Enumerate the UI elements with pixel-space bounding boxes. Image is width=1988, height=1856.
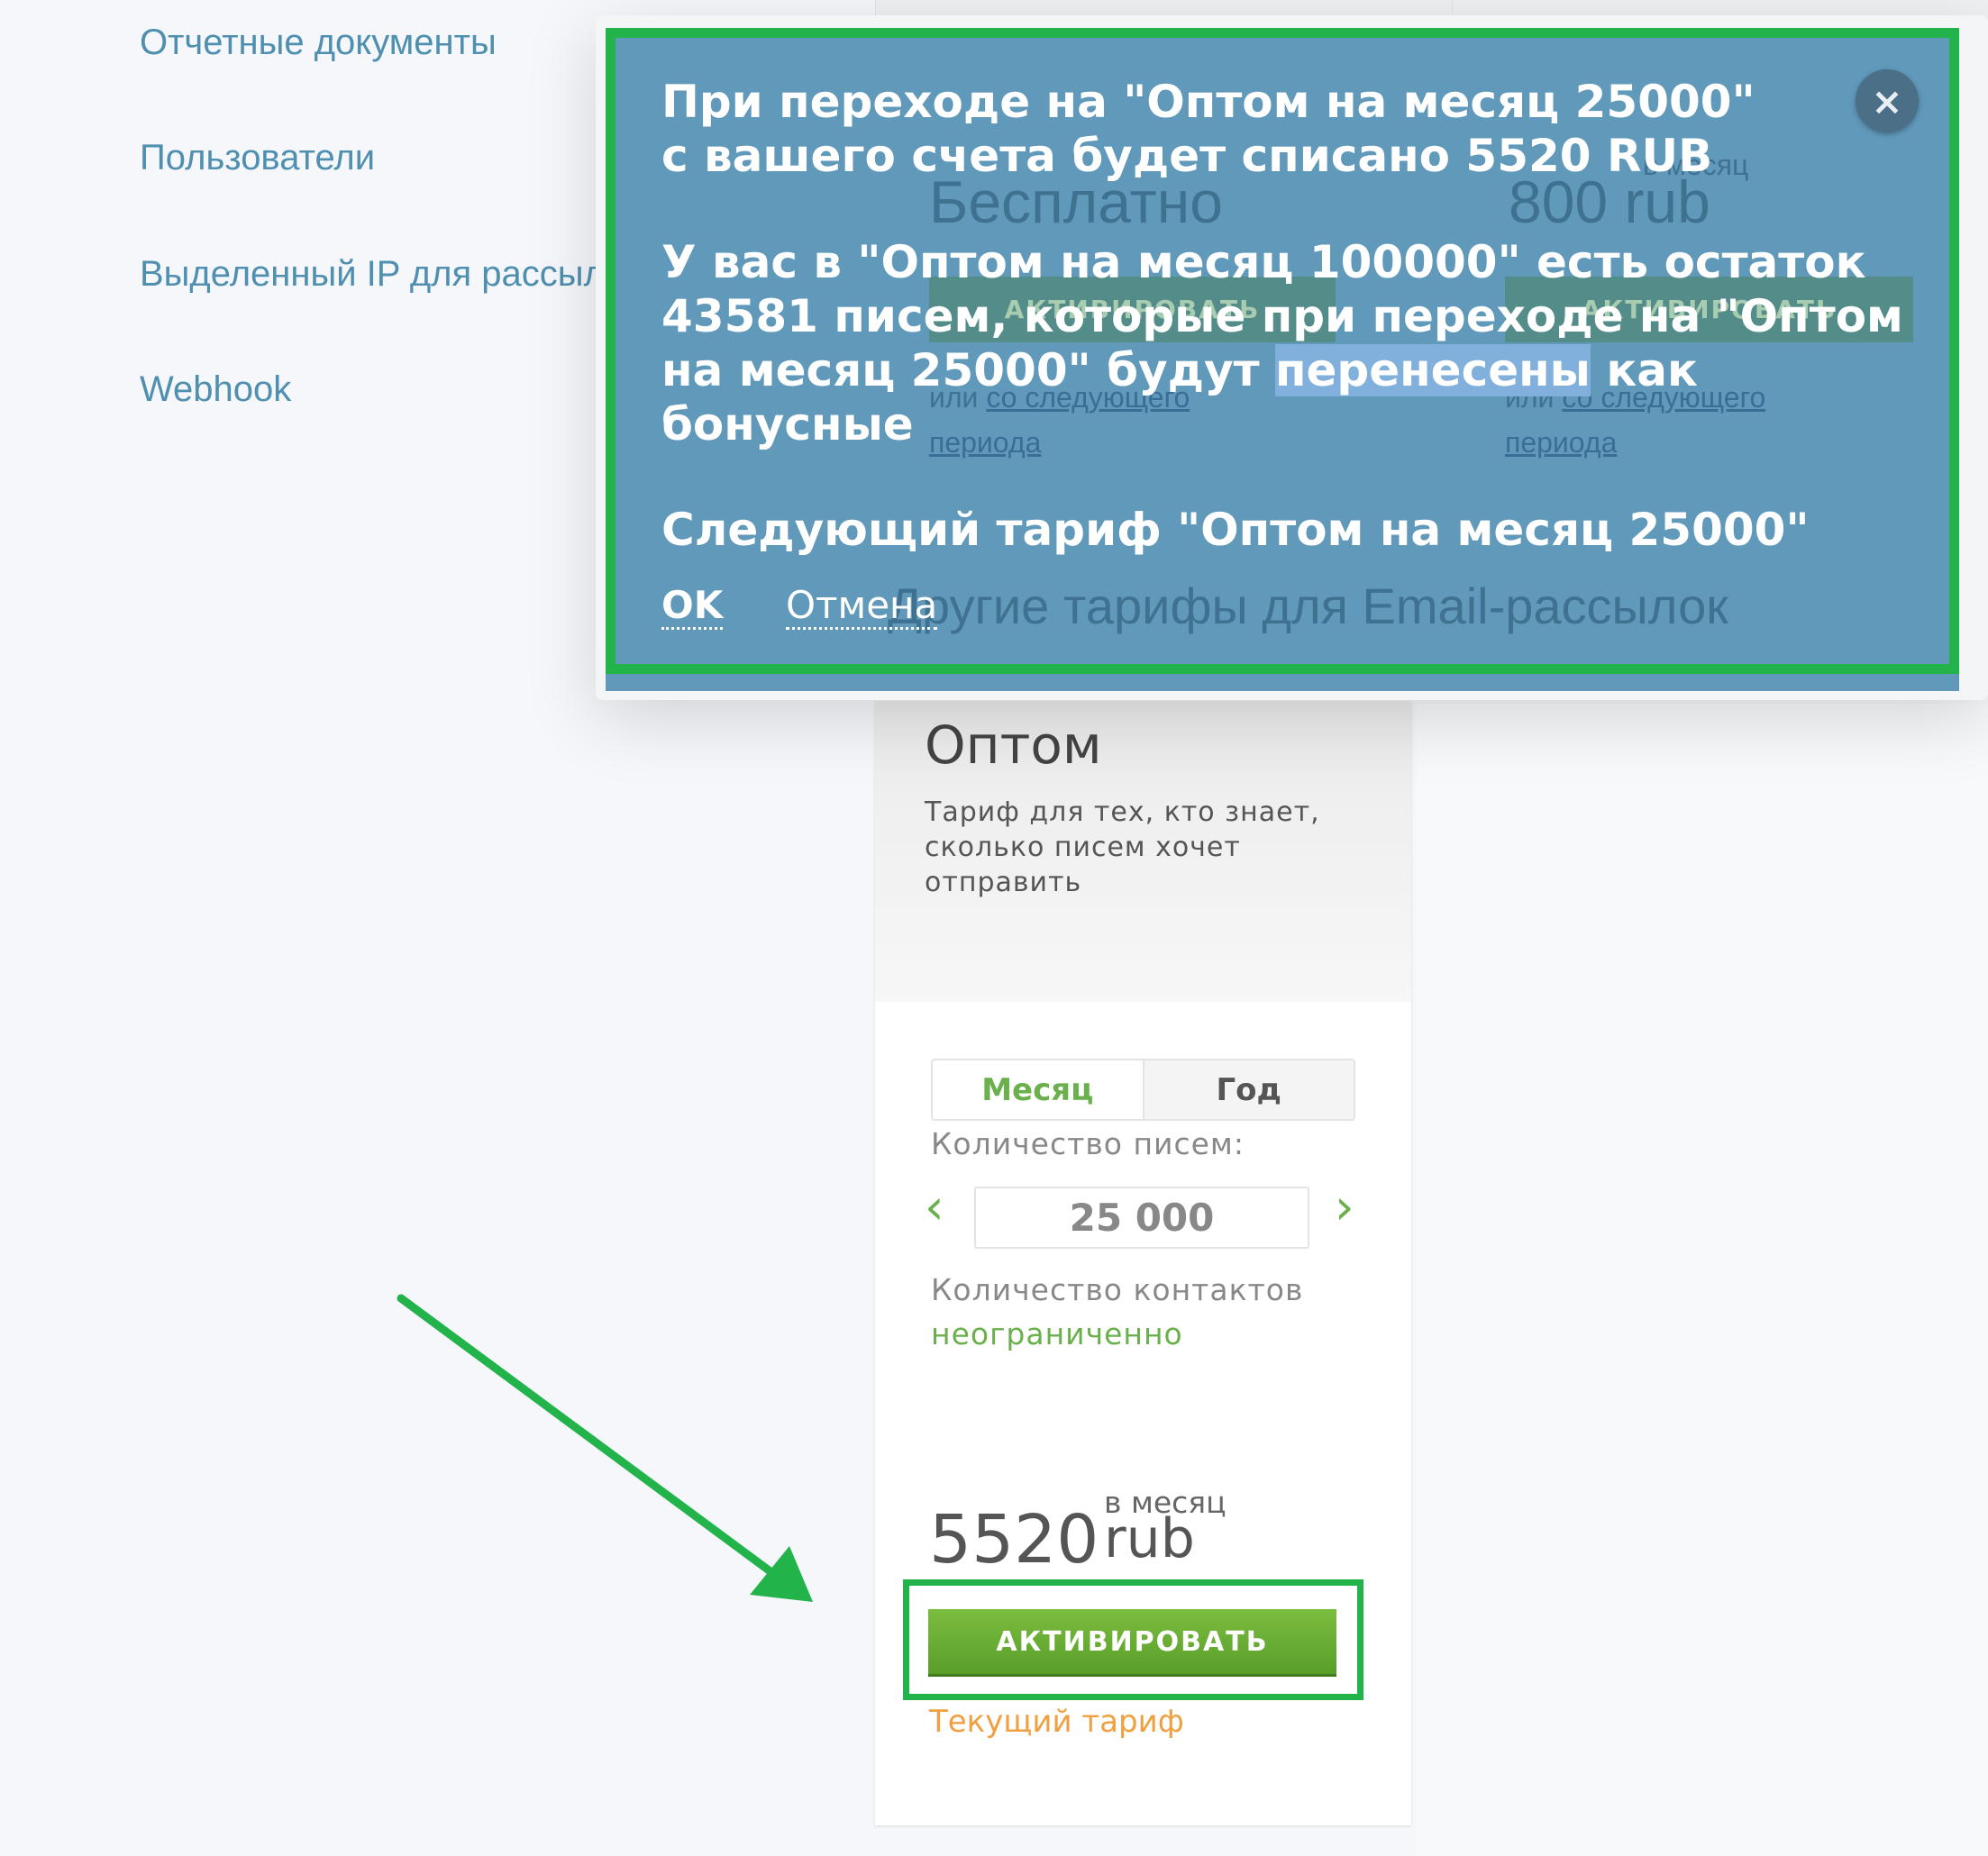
tab-year[interactable]: Год [1144, 1060, 1354, 1119]
other-tariffs-heading: Другие тарифы для Email-рассылок [888, 578, 1728, 634]
dialog-next-tariff: Следующий тариф "Оптом на месяц 25000" [661, 503, 1923, 557]
arrow-head [750, 1546, 813, 1602]
arrow-shaft [397, 1294, 780, 1579]
contacts-value: неограниченно [931, 1316, 1183, 1351]
sidebar-item-reports[interactable]: Отчетные документы [140, 24, 497, 60]
contacts-label: Количество контактов [931, 1272, 1304, 1307]
price-currency: rub [1104, 1507, 1195, 1570]
ok-button[interactable]: OK [661, 584, 724, 630]
card-description: Тариф для тех, кто знает, сколько писем … [925, 796, 1320, 898]
right-area [1417, 704, 1988, 1856]
price-value: 5520 [929, 1501, 1099, 1579]
cancel-button[interactable]: Отмена [786, 584, 938, 630]
sidebar-item-users[interactable]: Пользователи [140, 140, 375, 176]
card-title: Оптом [925, 714, 1102, 776]
letters-quantity-input[interactable] [974, 1187, 1309, 1249]
current-tariff-label: Текущий тариф [929, 1704, 1184, 1740]
tab-month[interactable]: Месяц [933, 1060, 1144, 1119]
letters-label: Количество писем: [931, 1126, 1245, 1161]
next-tariff-text: Следующий тариф "Оптом на месяц 25000" [661, 504, 1810, 556]
next-period-link-2[interactable]: периода [1505, 426, 1617, 459]
activate-button[interactable]: АКТИВИРОВАТЬ [928, 1609, 1336, 1677]
selected-text: перенесены [1274, 344, 1591, 396]
period-tabs: Месяц Год [931, 1059, 1355, 1121]
next-period-link-2[interactable]: периода [929, 426, 1041, 459]
sidebar-item-webhook[interactable]: Webhook [140, 371, 291, 407]
chevron-left-icon[interactable]: ‹ [925, 1183, 944, 1232]
close-icon[interactable]: × [1856, 69, 1919, 132]
sidebar-item-dedicated-ip[interactable]: Выделенный IP для рассылок [140, 256, 641, 292]
chevron-right-icon[interactable]: › [1335, 1183, 1354, 1232]
